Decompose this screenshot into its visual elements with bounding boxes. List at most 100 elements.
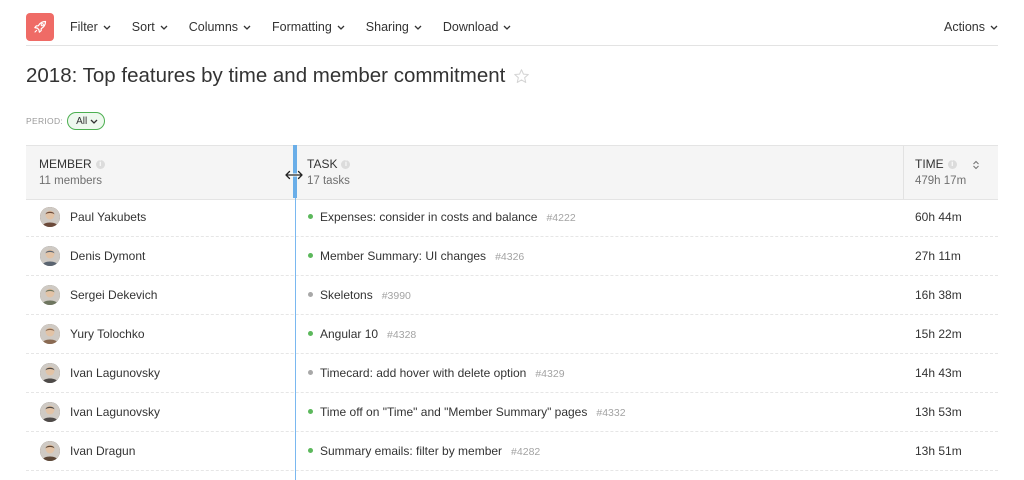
time-column-summary: 479h 17m [915, 175, 967, 187]
user-avatar-icon [40, 246, 60, 266]
avatar [40, 441, 60, 461]
period-filter: PERIOD: All [26, 112, 106, 130]
task-id: #4332 [596, 407, 626, 419]
task-cell[interactable]: Time off on "Time" and "Member Summary" … [320, 393, 626, 432]
sort-menu-label: Sort [131, 20, 155, 34]
task-status-dot [308, 253, 313, 258]
task-status-dot [308, 370, 313, 375]
avatar [40, 363, 60, 383]
table-row[interactable]: Sergei Dekevich Skeletons #3990 16h 38m [26, 276, 998, 315]
toolbar: Filter Sort Columns Formatting Sharing D… [26, 11, 998, 46]
columns-menu-label: Columns [188, 20, 239, 34]
column-header-task[interactable]: TASK i 17 tasks [307, 146, 887, 199]
task-cell[interactable]: Summary emails: filter by member #4282 [320, 432, 540, 471]
task-cell[interactable]: Angular 10 #4328 [320, 315, 416, 354]
sharing-menu-label: Sharing [365, 20, 409, 34]
task-name[interactable]: Summary emails: filter by member [320, 444, 502, 458]
member-name[interactable]: Denis Dymont [70, 237, 145, 275]
formatting-menu[interactable]: Formatting [272, 20, 345, 34]
user-avatar-icon [40, 402, 60, 422]
task-name[interactable]: Skeletons [320, 288, 373, 302]
task-cell[interactable]: Skeletons #3990 [320, 276, 411, 315]
member-name[interactable]: Ivan Lagunovsky [70, 354, 160, 392]
table-row[interactable]: Ivan Lagunovsky Time off on "Time" and "M… [26, 393, 998, 432]
user-avatar-icon [40, 207, 60, 227]
avatar [40, 285, 60, 305]
time-value: 13h 53m [915, 405, 962, 419]
member-column-title: MEMBER [39, 157, 92, 171]
time-value: 15h 22m [915, 327, 962, 341]
member-name[interactable]: Yury Tolochko [70, 315, 145, 353]
user-avatar-icon [40, 285, 60, 305]
task-status-dot [308, 214, 313, 219]
report-table: MEMBER i 11 members TASK i 17 tasks TIME… [26, 145, 998, 480]
star-icon[interactable] [513, 68, 530, 85]
user-avatar-icon [40, 324, 60, 344]
table-row[interactable]: Yury Tolochko Angular 10 #4328 15h 22m [26, 315, 998, 354]
avatar [40, 246, 60, 266]
avatar [40, 207, 60, 227]
chevron-down-icon [243, 25, 251, 30]
column-divider[interactable] [903, 146, 904, 199]
chevron-down-icon [90, 119, 98, 124]
member-name[interactable]: Ivan Lagunovsky [70, 393, 160, 431]
column-header-time[interactable]: TIME i 479h 17m [915, 146, 995, 199]
column-header-member[interactable]: MEMBER i 11 members [39, 146, 289, 199]
table-row[interactable]: Denis Dymont Member Summary: UI changes #4… [26, 237, 998, 276]
sort-menu[interactable]: Sort [132, 20, 168, 34]
member-name[interactable]: Paul Yakubets [70, 198, 146, 236]
page-title: 2018: Top features by time and member co… [26, 64, 506, 87]
avatar [40, 324, 60, 344]
actions-menu[interactable]: Actions [944, 20, 998, 34]
chevron-down-icon [990, 25, 998, 30]
chevron-down-icon [504, 25, 511, 30]
filter-menu-label: Filter [70, 20, 98, 34]
table-header: MEMBER i 11 members TASK i 17 tasks TIME… [26, 145, 998, 200]
filter-menu[interactable]: Filter [70, 20, 111, 34]
time-value: 16h 38m [915, 288, 962, 302]
info-icon[interactable]: i [341, 159, 351, 169]
info-icon[interactable]: i [95, 159, 105, 169]
time-column-title: TIME [915, 157, 944, 171]
task-id: #4222 [546, 212, 576, 224]
download-menu[interactable]: Download [443, 20, 512, 34]
table-body: Paul Yakubets Expenses: consider in costs… [26, 198, 998, 471]
period-value: All [76, 115, 88, 127]
task-column-summary: 17 tasks [307, 175, 350, 187]
table-row[interactable]: Ivan Lagunovsky Timecard: add hover with … [26, 354, 998, 393]
app-logo[interactable] [26, 13, 54, 41]
chevron-down-icon [103, 25, 111, 30]
period-select[interactable]: All [67, 112, 106, 130]
time-value: 14h 43m [915, 366, 962, 380]
chevron-down-icon [160, 25, 168, 30]
time-value: 27h 11m [915, 249, 961, 263]
task-id: #4326 [495, 251, 525, 263]
task-name[interactable]: Timecard: add hover with delete option [320, 366, 526, 380]
user-avatar-icon [40, 363, 60, 383]
user-avatar-icon [40, 441, 60, 461]
task-id: #4329 [535, 368, 565, 380]
info-icon[interactable]: i [947, 159, 957, 169]
sharing-menu[interactable]: Sharing [366, 20, 422, 34]
member-name[interactable]: Sergei Dekevich [70, 276, 157, 314]
task-name[interactable]: Expenses: consider in costs and balance [320, 210, 537, 224]
member-name[interactable]: Ivan Dragun [70, 432, 135, 470]
task-name[interactable]: Member Summary: UI changes [320, 249, 486, 263]
task-status-dot [308, 448, 313, 453]
task-id: #4328 [387, 329, 417, 341]
download-menu-label: Download [442, 20, 499, 34]
resize-cursor-icon [285, 170, 303, 180]
table-row[interactable]: Paul Yakubets Expenses: consider in costs… [26, 198, 998, 237]
task-name[interactable]: Angular 10 [320, 327, 378, 341]
sort-icon[interactable] [972, 160, 980, 170]
task-name[interactable]: Time off on "Time" and "Member Summary" … [320, 405, 587, 419]
member-column-summary: 11 members [39, 175, 103, 187]
task-cell[interactable]: Timecard: add hover with delete option #4… [320, 354, 565, 393]
time-value: 13h 51m [915, 444, 962, 458]
task-cell[interactable]: Member Summary: UI changes #4326 [320, 237, 524, 276]
title-row: 2018: Top features by time and member co… [26, 64, 530, 88]
table-row[interactable]: Ivan Dragun Summary emails: filter by mem… [26, 432, 998, 471]
columns-menu[interactable]: Columns [189, 20, 251, 34]
task-cell[interactable]: Expenses: consider in costs and balance #… [320, 198, 576, 237]
period-label: PERIOD: [26, 116, 64, 126]
